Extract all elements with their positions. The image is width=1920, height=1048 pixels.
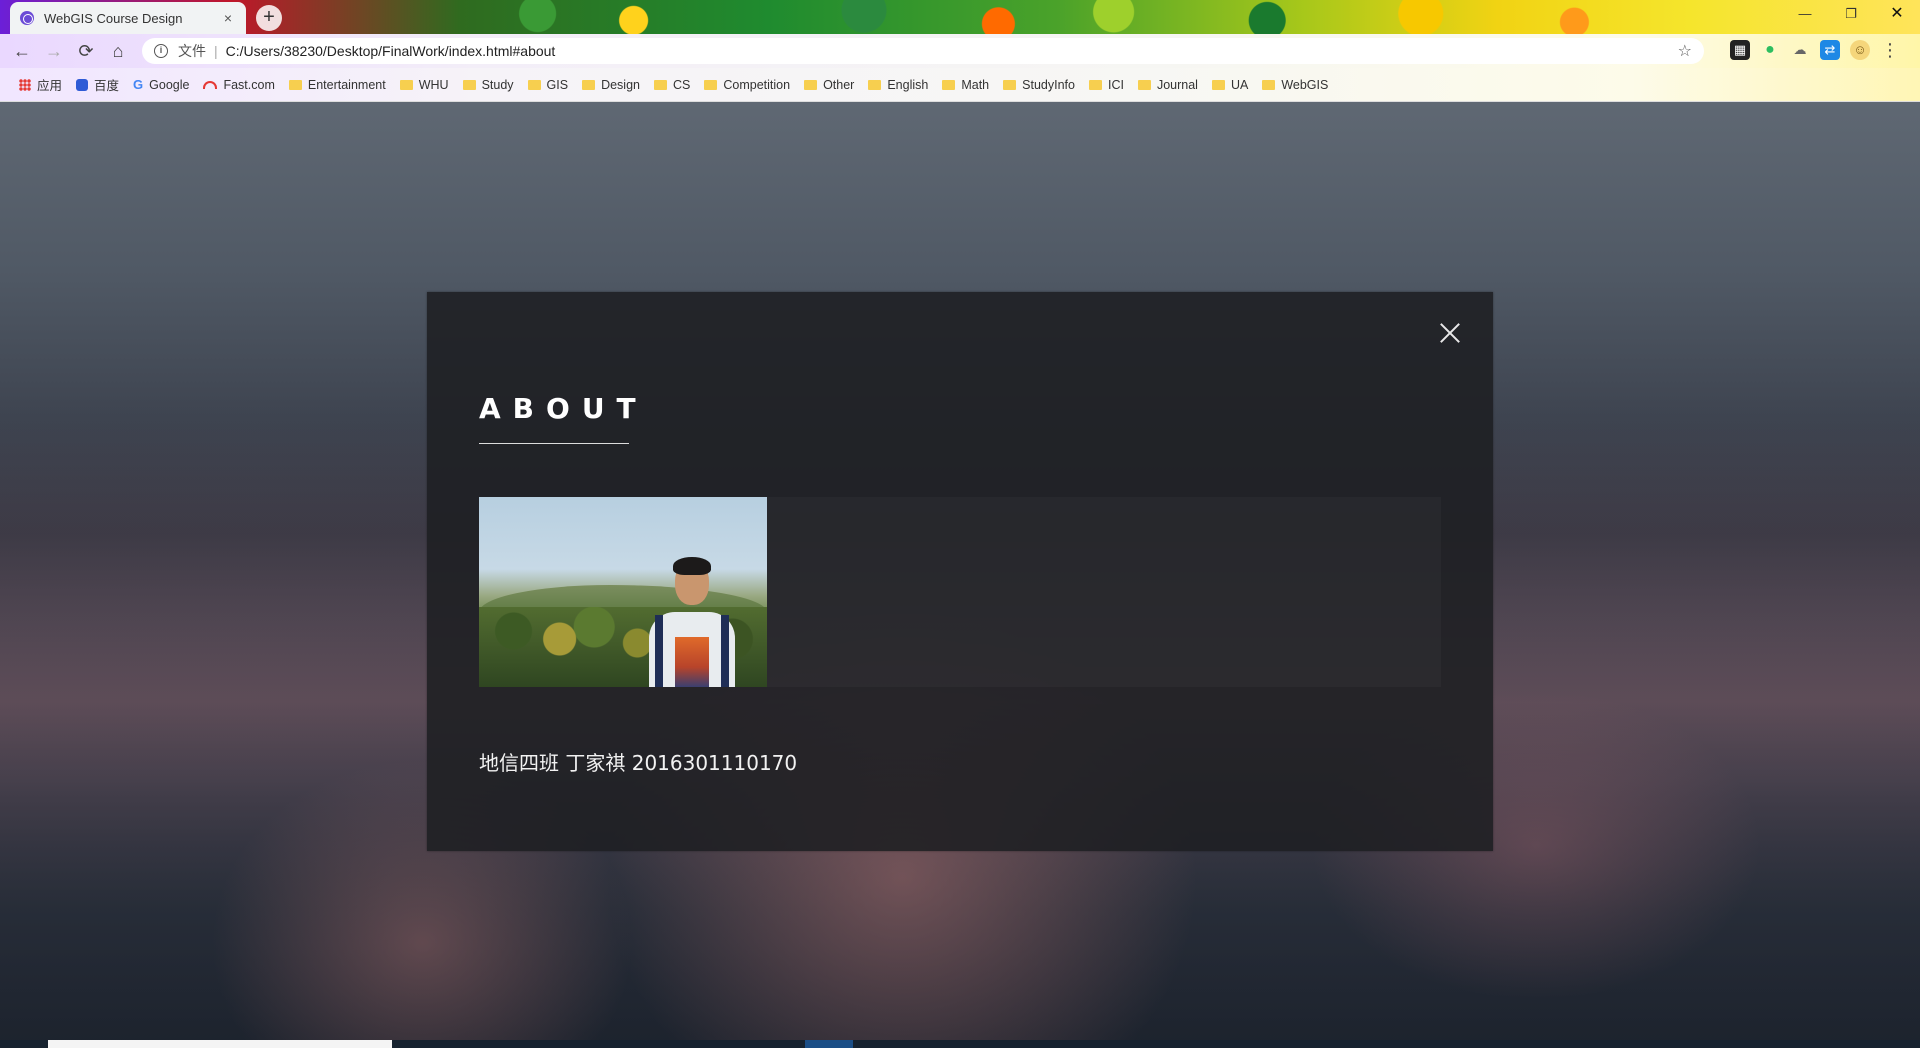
folder-icon (582, 79, 596, 90)
bookmark-item[interactable]: 应用 (12, 73, 69, 97)
bookmark-label: ICI (1107, 77, 1124, 92)
maximize-button[interactable]: ❐ (1828, 0, 1874, 30)
url-separator: | (214, 43, 218, 59)
bookmark-item[interactable]: WebGIS (1255, 73, 1335, 97)
folder-icon (804, 79, 818, 90)
bookmark-item[interactable]: Math (935, 73, 996, 97)
bookmark-star-icon[interactable]: ☆ (1678, 41, 1692, 61)
forward-button[interactable]: → (38, 36, 70, 66)
grid-ext-icon[interactable]: ▦ (1730, 40, 1750, 60)
baidu-icon (76, 78, 89, 91)
folder-icon (868, 79, 882, 90)
about-modal: ABOUT 地信四班 丁家祺 2016301110170 (427, 292, 1493, 851)
title-underline (479, 443, 629, 444)
bookmark-item[interactable]: CS (647, 73, 697, 97)
reload-button[interactable]: ⟳ (70, 36, 102, 66)
menu-icon[interactable]: ⋮ (1880, 40, 1900, 60)
url-text[interactable]: C:/Users/38230/Desktop/FinalWork/index.h… (226, 43, 1678, 59)
folder-icon (1262, 79, 1276, 90)
evernote-icon[interactable]: ● (1760, 40, 1780, 60)
folder-icon (1088, 79, 1102, 90)
window-close-button[interactable]: ✕ (1874, 0, 1920, 30)
browser-toolbar: ← → ⟳ ⌂ i 文件 | C:/Users/38230/Desktop/Fi… (0, 34, 1920, 68)
bookmark-label: 百度 (94, 79, 120, 93)
tab-close-icon[interactable]: × (220, 10, 236, 26)
folder-icon (942, 79, 956, 90)
new-tab-button[interactable]: + (256, 5, 282, 31)
about-caption: 地信四班 丁家祺 2016301110170 (479, 751, 798, 775)
tab-title: WebGIS Course Design (44, 10, 183, 26)
bookmark-item[interactable]: ICI (1082, 73, 1131, 97)
bookmark-label: WHU (418, 77, 449, 92)
bookmark-item[interactable]: GIS (521, 73, 576, 97)
bookmark-label: Study (481, 77, 514, 92)
translate-ext-icon[interactable]: ⇄ (1820, 40, 1840, 60)
bookmark-label: Journal (1156, 77, 1198, 92)
bookmark-item[interactable]: WHU (393, 73, 456, 97)
bookmark-item[interactable]: English (861, 73, 935, 97)
bookmark-label: WebGIS (1281, 77, 1329, 92)
bookmark-label: GIS (546, 77, 569, 92)
bookmark-label: Design (601, 77, 640, 92)
folder-icon (527, 79, 541, 90)
apps-grid-icon (19, 78, 31, 91)
bookmark-label: Entertainment (307, 77, 386, 92)
address-bar[interactable]: i 文件 | C:/Users/38230/Desktop/FinalWork/… (142, 38, 1704, 64)
folder-icon (288, 79, 302, 90)
folder-icon (399, 79, 413, 90)
bookmark-item[interactable]: Competition (697, 73, 797, 97)
bookmark-label: Google (149, 77, 190, 92)
bookmark-label: CS (673, 77, 691, 92)
extension-tray: ▦ ● ☁ ⇄ ☺ ⋮ (1730, 40, 1900, 60)
bookmark-item[interactable]: Design (575, 73, 647, 97)
site-info-icon[interactable]: i (154, 44, 168, 58)
window-controls: — ❐ ✕ (1782, 0, 1920, 30)
scheme-label: 文件 (178, 43, 206, 59)
bookmark-label: UA (1230, 77, 1249, 92)
bookmark-item[interactable]: StudyInfo (996, 73, 1082, 97)
folder-icon (704, 79, 718, 90)
folder-icon (1003, 79, 1017, 90)
bookmark-item[interactable]: UA (1205, 73, 1255, 97)
folder-icon (1137, 79, 1151, 90)
bookmark-item[interactable]: 百度 (69, 73, 126, 97)
bookmarks-bar: 应用 百度 G Google Fast.com Entertainment WHU Study… (0, 68, 1920, 102)
profile-avatar-icon[interactable]: ☺ (1850, 40, 1870, 60)
portrait-photo (479, 497, 767, 687)
folder-icon (462, 79, 476, 90)
browser-tab-active[interactable]: WebGIS Course Design × (10, 2, 246, 34)
bookmark-label: English (887, 77, 929, 92)
browser-tabstrip: WebGIS Course Design × + — ❐ ✕ (0, 0, 1920, 34)
bookmark-item[interactable]: Journal (1131, 73, 1205, 97)
bookmark-label: StudyInfo (1022, 77, 1075, 92)
minimize-button[interactable]: — (1782, 0, 1828, 30)
folder-icon (1211, 79, 1225, 90)
cloud-ext-icon[interactable]: ☁ (1790, 40, 1810, 60)
back-button[interactable]: ← (6, 36, 38, 66)
bookmark-item[interactable]: Other (797, 73, 861, 97)
bookmark-label: Other (823, 77, 855, 92)
bookmark-label: Fast.com (223, 77, 275, 92)
bookmark-label: Competition (723, 77, 791, 92)
modal-title: ABOUT (479, 392, 648, 425)
home-button[interactable]: ⌂ (102, 36, 134, 66)
taskbar-search-box[interactable] (48, 1040, 392, 1048)
bookmark-item[interactable]: Entertainment (282, 73, 393, 97)
speedometer-icon (203, 80, 218, 89)
taskbar-active-app[interactable] (805, 1040, 853, 1048)
bookmark-label: 应用 (37, 79, 63, 93)
bookmark-item[interactable]: Study (456, 73, 521, 97)
photo-strip (479, 497, 1441, 687)
page-background: ABOUT 地信四班 丁家祺 2016301110170 (0, 102, 1920, 1040)
bookmark-item[interactable]: Fast.com (196, 73, 281, 97)
bookmark-item[interactable]: G Google (126, 73, 196, 97)
os-taskbar (0, 1040, 1920, 1048)
google-icon: G (133, 76, 144, 92)
site-favicon-icon (20, 11, 34, 25)
bookmark-label: Math (961, 77, 990, 92)
folder-icon (654, 79, 667, 90)
close-icon[interactable] (1437, 322, 1463, 348)
